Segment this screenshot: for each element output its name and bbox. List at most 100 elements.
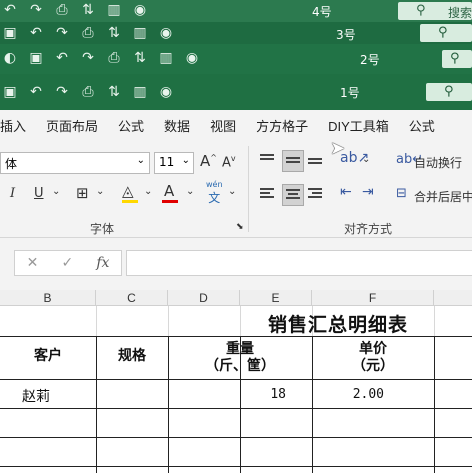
format-painter-icon[interactable]: ⎙ — [80, 84, 96, 100]
column-header-d[interactable]: D — [168, 290, 240, 306]
format-painter-icon[interactable]: ⎙ — [106, 50, 122, 66]
search-box[interactable]: ⚲ — [442, 50, 472, 68]
header-customer: 客户 — [34, 348, 62, 364]
align-bottom-icon[interactable] — [308, 156, 326, 166]
chevron-down-icon[interactable]: ⌄ — [182, 155, 190, 166]
tab-formulas[interactable]: 公式 — [108, 116, 154, 135]
undo-icon[interactable]: ↶ — [2, 2, 18, 18]
redo-icon[interactable]: ↷ — [54, 25, 70, 41]
font-name-value: 体 — [5, 157, 18, 171]
undo-icon[interactable]: ↶ — [28, 84, 44, 100]
column-header-c[interactable]: C — [96, 290, 168, 306]
quick-access-toolbar: ▣ ↶ ↷ ⎙ ⇅ ▥ ◉ — [2, 25, 174, 41]
search-box[interactable]: ⚲ 搜索 — [398, 2, 472, 20]
group-separator — [248, 146, 249, 232]
save-icon[interactable]: ▣ — [2, 25, 18, 41]
autosave-icon[interactable]: ◐ — [2, 50, 18, 66]
merge-center-button[interactable]: 合并后居中 — [414, 188, 472, 205]
chart-icon[interactable]: ▥ — [106, 2, 122, 18]
chart-icon[interactable]: ▥ — [132, 84, 148, 100]
merge-center-icon[interactable]: ⊟ — [396, 186, 407, 201]
decrease-indent-icon[interactable]: ⇤ — [340, 184, 352, 200]
formula-input[interactable] — [126, 250, 472, 276]
align-top-icon[interactable] — [260, 152, 278, 162]
redo-icon[interactable]: ↷ — [54, 84, 70, 100]
search-box[interactable]: ⚲ — [426, 83, 472, 101]
sheet-title: 销售汇总明细表 — [268, 314, 409, 336]
chevron-down-icon[interactable]: ⌄ — [52, 186, 60, 197]
window-title: 2号 — [360, 53, 380, 67]
format-painter-icon[interactable]: ⎙ — [54, 2, 70, 18]
cancel-icon[interactable]: ✕ — [27, 255, 39, 271]
font-size-box[interactable]: 11 ⌄ — [154, 152, 194, 174]
font-color-icon[interactable]: A — [164, 182, 174, 200]
underline-button[interactable]: U — [34, 186, 44, 201]
wrap-text-button[interactable]: 自动换行 — [414, 154, 462, 171]
undo-icon[interactable]: ↶ — [28, 25, 44, 41]
camera-icon[interactable]: ◉ — [158, 25, 174, 41]
sort-icon[interactable]: ⇅ — [132, 50, 148, 66]
cell-customer[interactable]: 赵莉 — [22, 386, 50, 406]
tab-page-layout[interactable]: 页面布局 — [36, 116, 108, 135]
phonetic-guide-icon[interactable]: wén 文 — [206, 180, 223, 206]
enter-icon[interactable]: ✓ — [61, 255, 73, 271]
undo-icon[interactable]: ↶ — [54, 50, 70, 66]
tab-insert[interactable]: 插入 — [0, 116, 36, 135]
font-dialog-launcher-icon[interactable]: ⬊ — [236, 222, 244, 232]
camera-icon[interactable]: ◉ — [184, 50, 200, 66]
chart-icon[interactable]: ▥ — [158, 50, 174, 66]
increase-indent-icon[interactable]: ⇥ — [362, 184, 374, 200]
tab-fangfang[interactable]: 方方格子 — [246, 116, 318, 135]
alignment-group-label: 对齐方式 — [344, 222, 393, 236]
table-border — [0, 336, 472, 337]
quick-access-toolbar: ◐ ▣ ↶ ↷ ⎙ ⇅ ▥ ◉ — [2, 50, 200, 66]
column-header-g[interactable] — [434, 290, 472, 306]
increase-font-icon[interactable]: A^ — [200, 152, 217, 170]
sort-icon[interactable]: ⇅ — [106, 84, 122, 100]
chevron-down-icon[interactable]: ⌄ — [96, 186, 104, 197]
chevron-down-icon[interactable]: ⌄ — [228, 186, 236, 197]
title-bar-3: ▣ ↶ ↷ ⎙ ⇅ ▥ ◉ 3号 ⚲ — [0, 22, 472, 44]
sort-icon[interactable]: ⇅ — [80, 2, 96, 18]
cell-weight[interactable]: 18 — [240, 387, 286, 402]
tab-data[interactable]: 数据 — [154, 116, 200, 135]
insert-function-icon[interactable]: fx — [96, 255, 109, 271]
mouse-pointer-icon: ➤ — [330, 138, 346, 159]
search-box[interactable]: ⚲ — [420, 24, 472, 42]
borders-icon[interactable]: ⊞ — [76, 184, 89, 202]
align-left-icon[interactable] — [260, 186, 278, 200]
gridline — [96, 306, 97, 336]
fill-color-icon[interactable]: ◬ — [122, 182, 134, 200]
ribbon-tabs: 插入 页面布局 公式 数据 视图 方方格子 DIY工具箱 公式 — [0, 110, 472, 140]
search-icon: ⚲ — [450, 51, 460, 66]
column-header-e[interactable]: E — [240, 290, 312, 306]
chevron-down-icon[interactable]: ⌄ — [186, 186, 194, 197]
tab-diy-toolbox[interactable]: DIY工具箱 — [318, 116, 399, 135]
chevron-down-icon[interactable]: ⌄ — [362, 154, 370, 165]
window-title: 4号 — [312, 5, 332, 19]
camera-icon[interactable]: ◉ — [158, 84, 174, 100]
chevron-down-icon[interactable]: ⌄ — [144, 186, 152, 197]
chevron-down-icon[interactable]: ⌄ — [137, 155, 145, 166]
save-icon[interactable]: ▣ — [28, 50, 44, 66]
tab-view[interactable]: 视图 — [200, 116, 246, 135]
tab-formulas-2[interactable]: 公式 — [399, 116, 445, 135]
redo-icon[interactable]: ↷ — [28, 2, 44, 18]
decrease-font-icon[interactable]: Av — [222, 154, 236, 170]
font-name-box[interactable]: 体 ⌄ — [0, 152, 150, 174]
italic-button[interactable]: I — [10, 186, 15, 201]
sort-icon[interactable]: ⇅ — [106, 25, 122, 41]
format-painter-icon[interactable]: ⎙ — [80, 25, 96, 41]
cell-price[interactable]: 2.00 — [312, 387, 384, 402]
gridline — [240, 306, 241, 336]
worksheet-grid[interactable]: 销售汇总明细表 客户 规格 重量 （斤、筐） 单价 （元） 赵莉 18 2.00 — [0, 306, 472, 473]
redo-icon[interactable]: ↷ — [80, 50, 96, 66]
save-icon[interactable]: ▣ — [2, 84, 18, 100]
align-right-icon[interactable] — [308, 186, 326, 200]
column-header-f[interactable]: F — [312, 290, 434, 306]
chart-icon[interactable]: ▥ — [132, 25, 148, 41]
camera-icon[interactable]: ◉ — [132, 2, 148, 18]
align-center-icon[interactable] — [282, 184, 304, 206]
column-header-b[interactable]: B — [0, 290, 96, 306]
align-middle-icon[interactable] — [282, 150, 304, 172]
